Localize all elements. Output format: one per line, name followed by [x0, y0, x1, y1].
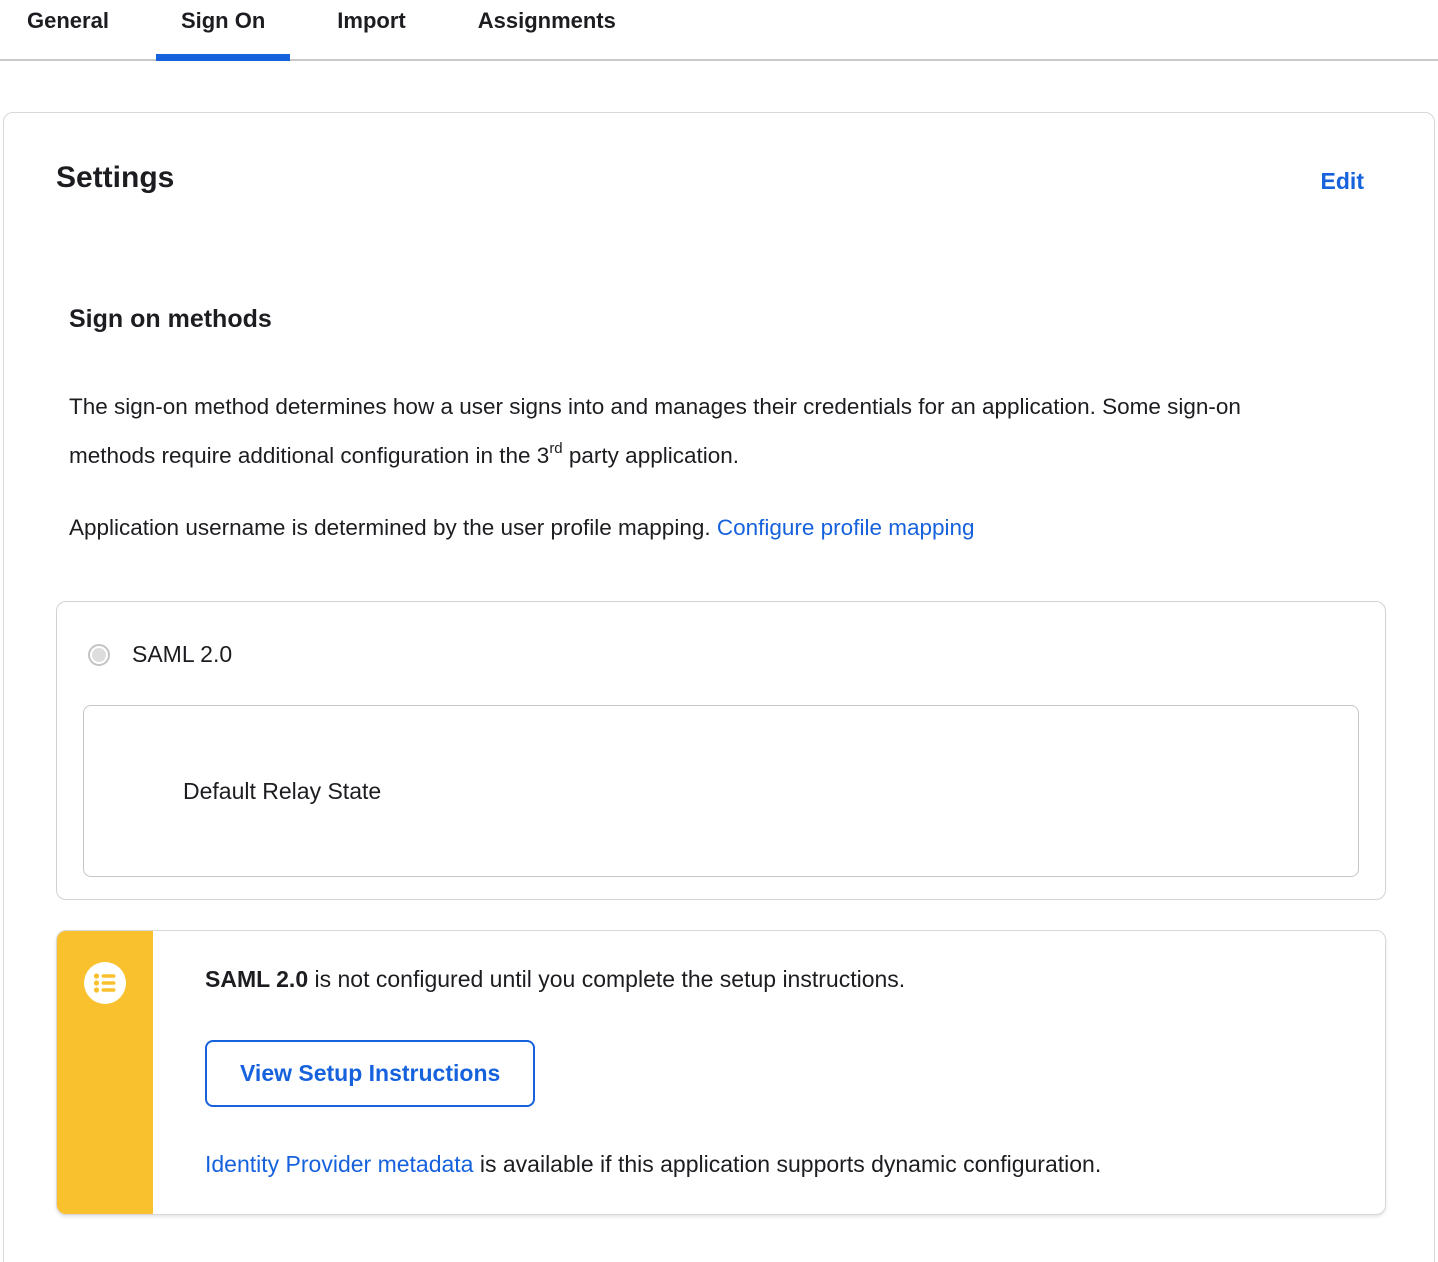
- default-relay-state-box: Default Relay State: [83, 705, 1359, 877]
- saml-radio-row: SAML 2.0: [83, 641, 1359, 668]
- identity-provider-metadata-link[interactable]: Identity Provider metadata: [205, 1151, 473, 1177]
- username-mapping-text: Application username is determined by th…: [69, 515, 717, 540]
- tab-bar: General Sign On Import Assignments: [0, 0, 1438, 61]
- card-header: Settings Edit: [4, 113, 1434, 197]
- tab-assignments[interactable]: Assignments: [478, 8, 616, 59]
- saml-radio-label: SAML 2.0: [132, 641, 233, 667]
- view-setup-instructions-button[interactable]: View Setup Instructions: [205, 1040, 536, 1107]
- username-mapping-description: Application username is determined by th…: [69, 503, 1284, 552]
- default-relay-state-label: Default Relay State: [183, 777, 382, 804]
- saml-method-box: SAML 2.0 Default Relay State: [56, 601, 1386, 900]
- banner-footer: Identity Provider metadata is available …: [205, 1149, 1345, 1179]
- setup-warning-banner: SAML 2.0 is not configured until you com…: [56, 930, 1386, 1215]
- banner-content: SAML 2.0 is not configured until you com…: [153, 931, 1385, 1214]
- banner-accent-strip: [57, 931, 153, 1214]
- banner-message-text: is not configured until you complete the…: [308, 966, 906, 992]
- sign-on-methods-heading: Sign on methods: [69, 305, 272, 333]
- edit-link[interactable]: Edit: [1321, 168, 1364, 195]
- banner-message-strong: SAML 2.0: [205, 966, 309, 992]
- tab-general[interactable]: General: [27, 8, 109, 59]
- sign-on-method-description: The sign-on method determines how a user…: [69, 382, 1284, 480]
- configure-profile-mapping-link[interactable]: Configure profile mapping: [717, 515, 975, 540]
- tab-sign-on[interactable]: Sign On: [155, 8, 291, 61]
- page-title: Settings: [56, 161, 175, 194]
- settings-card: Settings Edit Sign on methods The sign-o…: [3, 112, 1435, 1262]
- ordinal-superscript: rd: [549, 439, 563, 457]
- banner-footer-text: is available if this application support…: [473, 1151, 1102, 1177]
- banner-message: SAML 2.0 is not configured until you com…: [205, 964, 1345, 994]
- description-text-end: party application.: [562, 443, 740, 468]
- saml-radio-button: [88, 643, 110, 666]
- tab-import[interactable]: Import: [337, 8, 405, 59]
- list-icon: [84, 962, 126, 1004]
